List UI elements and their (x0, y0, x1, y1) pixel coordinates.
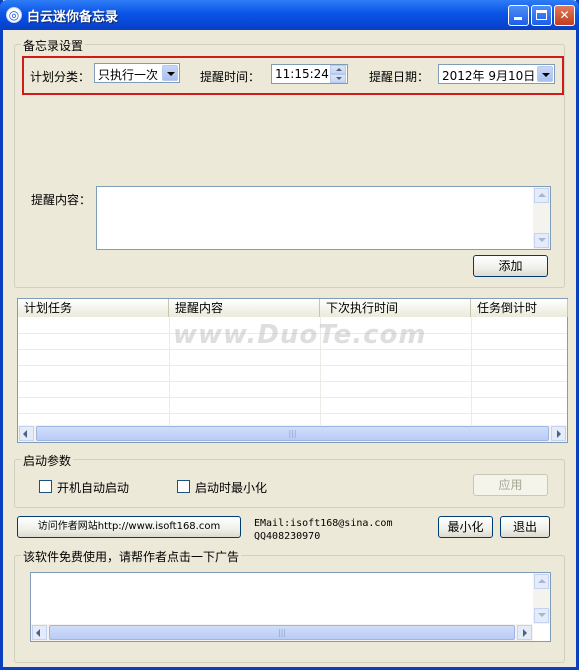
grid-line (18, 333, 567, 334)
content-label: 提醒内容： (31, 193, 92, 207)
column-header-countdown[interactable]: 任务倒计时 (471, 299, 568, 317)
qq-text: QQ408230970 (254, 531, 321, 542)
time-picker[interactable]: 11:15:24 (271, 64, 348, 84)
title-bar[interactable]: ◎ 白云迷你备忘录 ✕ (0, 0, 579, 30)
scroll-down-icon[interactable] (534, 608, 549, 623)
window-title: 白云迷你备忘录 (27, 10, 119, 25)
grid-line (18, 349, 567, 350)
app-icon: ◎ (6, 7, 22, 23)
grid-line (18, 365, 567, 366)
minimize-on-start-checkbox[interactable] (177, 480, 190, 493)
scroll-down-icon[interactable] (534, 233, 549, 248)
grid-line (18, 381, 567, 382)
scroll-up-icon[interactable] (534, 188, 549, 203)
category-select[interactable]: 只执行一次 (94, 63, 180, 83)
ad-legend: 该软件免费使用，请帮作者点击一下广告 (21, 548, 242, 565)
close-window-button[interactable]: ✕ (554, 5, 575, 26)
scroll-thumb[interactable] (36, 426, 549, 441)
task-list-scrollbar[interactable] (18, 425, 567, 442)
settings-legend: 备忘录设置 (21, 37, 86, 54)
spin-down-icon[interactable] (330, 74, 346, 83)
grid-line (18, 413, 567, 414)
date-picker[interactable]: 2012年 9月10日 (438, 64, 555, 84)
column-header-content[interactable]: 提醒内容 (169, 299, 320, 317)
task-list-header: 计划任务 提醒内容 下次执行时间 任务倒计时 (18, 299, 568, 317)
minimize-icon (514, 17, 522, 20)
close-icon: ✕ (559, 8, 570, 22)
scroll-left-icon[interactable] (32, 625, 47, 640)
minimize-button[interactable]: 最小化 (438, 516, 493, 538)
date-label: 提醒日期： (369, 70, 430, 84)
grid-line (320, 317, 321, 425)
category-value: 只执行一次 (98, 68, 159, 82)
grid-line (471, 317, 472, 425)
email-text: EMail:isoft168@sina.com (254, 518, 393, 529)
ad-vscrollbar[interactable] (533, 573, 550, 624)
autostart-label[interactable]: 开机自动启动 (57, 479, 129, 496)
ad-panel[interactable] (30, 572, 551, 642)
add-button[interactable]: 添加 (473, 255, 548, 277)
maximize-icon (536, 10, 547, 20)
exit-button[interactable]: 退出 (500, 516, 550, 538)
maximize-window-button[interactable] (531, 5, 552, 26)
time-label: 提醒时间： (200, 70, 261, 84)
column-header-next-run[interactable]: 下次执行时间 (320, 299, 471, 317)
category-label: 计划分类： (30, 70, 91, 84)
scroll-right-icon[interactable] (551, 426, 566, 441)
date-value: 2012年 9月10日 (442, 69, 536, 83)
apply-button[interactable]: 应用 (473, 474, 548, 496)
minimize-on-start-label[interactable]: 启动时最小化 (195, 479, 267, 496)
scroll-up-icon[interactable] (534, 574, 549, 589)
minimize-window-button[interactable] (508, 5, 529, 26)
autostart-checkbox[interactable] (39, 480, 52, 493)
app-window: ◎ 白云迷你备忘录 ✕ 备忘录设置 计划分类： 只执行一次 提醒时间： 11:1… (0, 0, 579, 670)
grid-line (18, 397, 567, 398)
ad-hscrollbar[interactable] (31, 624, 533, 641)
scroll-right-icon[interactable] (517, 625, 532, 640)
spin-up-icon[interactable] (330, 65, 346, 74)
task-list[interactable]: 计划任务 提醒内容 下次执行时间 任务倒计时 (17, 298, 568, 443)
content-scrollbar[interactable] (533, 187, 550, 249)
time-value: 11:15:24 (275, 67, 329, 81)
grid-line (169, 317, 170, 425)
chevron-down-icon[interactable] (162, 65, 178, 81)
visit-website-button[interactable]: 访问作者网站http://www.isoft168.com (17, 516, 241, 538)
chevron-down-icon[interactable] (537, 66, 553, 82)
content-textarea[interactable] (96, 186, 551, 250)
scroll-left-icon[interactable] (19, 426, 34, 441)
column-header-task[interactable]: 计划任务 (18, 299, 169, 317)
startup-legend: 启动参数 (21, 452, 74, 469)
scroll-thumb[interactable] (49, 625, 515, 640)
